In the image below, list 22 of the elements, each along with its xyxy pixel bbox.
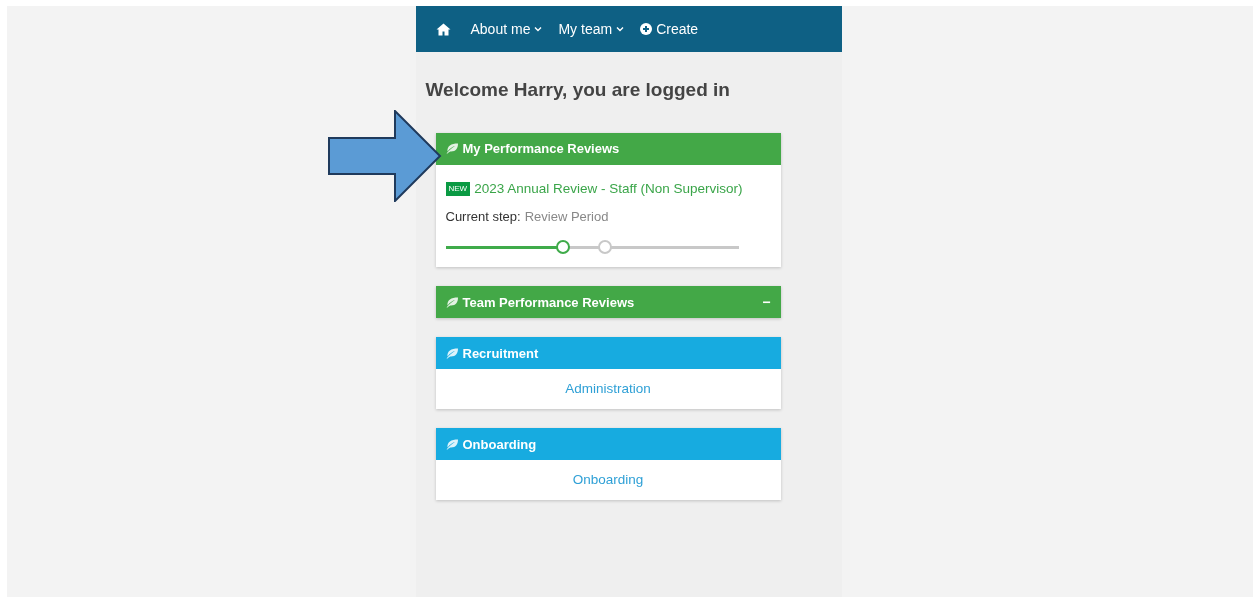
leaf-icon [445, 296, 459, 308]
plus-circle-icon [640, 23, 653, 35]
step-value: Review Period [524, 207, 609, 226]
leaf-icon [445, 438, 459, 450]
new-badge: NEW [445, 181, 471, 196]
leaf-icon [445, 347, 459, 359]
panel-link[interactable]: Administration [565, 379, 651, 400]
panel-link[interactable]: Onboarding [572, 470, 644, 491]
panel-title: Onboarding [462, 435, 537, 454]
panel-title: Team Performance Reviews [462, 293, 635, 312]
panel-title: Recruitment [462, 344, 539, 363]
welcome-heading: Welcome Harry, you are logged in [425, 78, 731, 102]
home-button[interactable] [435, 22, 451, 36]
review-link[interactable]: 2023 Annual Review - Staff (Non Supervisor) [474, 178, 743, 199]
arrow-icon [328, 110, 442, 202]
nav-menu[interactable]: About me [470, 18, 543, 40]
collapse-button[interactable]: − [762, 291, 771, 313]
step-label: Current step: [445, 207, 521, 226]
nav-menu[interactable]: My team [558, 18, 625, 40]
panel-title: My Performance Reviews [462, 139, 620, 158]
create-button[interactable]: Create [640, 18, 699, 40]
leaf-icon [445, 143, 459, 154]
